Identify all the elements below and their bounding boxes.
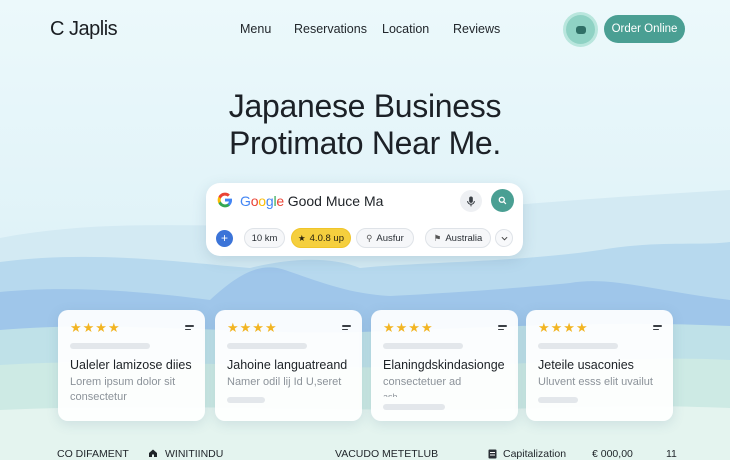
- hero-title-line-1: Japanese Business: [228, 88, 502, 124]
- more-filters-button[interactable]: [495, 229, 513, 247]
- region-chip-label: Australia: [445, 232, 483, 244]
- nav-link-location[interactable]: Location: [382, 22, 429, 36]
- card-title: Elaningdskindasionge: [383, 358, 505, 372]
- add-filter-button[interactable]: +: [216, 230, 233, 247]
- rating-chip[interactable]: ★ 4.0.8 up: [291, 228, 351, 248]
- star-rating: ★★★★: [538, 320, 589, 335]
- filter-chips: + 10 km ★ 4.0.8 up ⚲ Ausfur ⚑ Australia: [206, 228, 523, 250]
- google-wordmark: Google: [240, 193, 284, 209]
- search-icon: [498, 196, 507, 205]
- distance-chip-label: 10 km: [251, 232, 278, 244]
- star-icon: ★: [298, 232, 306, 243]
- region-chip[interactable]: ⚑ Australia: [425, 228, 491, 248]
- nav-link-reservations[interactable]: Reservations: [294, 22, 367, 36]
- microphone-icon: [467, 195, 475, 206]
- region-icon: ⚑: [433, 232, 442, 243]
- placeholder-bar: [538, 343, 618, 349]
- card-title: Ualeler lamizose diies: [70, 358, 192, 372]
- home-icon: [149, 449, 157, 457]
- distance-chip[interactable]: 10 km: [244, 228, 285, 248]
- document-icon: [488, 449, 497, 459]
- tag-icon: ⚲: [366, 232, 373, 243]
- menu-lines-icon[interactable]: [498, 325, 507, 332]
- footer-item-2[interactable]: WINITIINDU: [165, 448, 223, 460]
- card-description-line-1: Uluvent esss elit uvailut: [538, 376, 653, 388]
- search-input[interactable]: Google Good Muce Ma: [240, 193, 383, 209]
- review-card[interactable]: ★★★★ Ualeler lamizose diies Lorem ipsum …: [58, 310, 205, 421]
- chat-icon: [575, 25, 586, 34]
- card-description-line-1: Lorem ipsum dolor sit: [70, 376, 176, 388]
- hero-title: Japanese Business Protimato Near Me.: [0, 88, 730, 162]
- top-navigation: C Japlis Menu Reservations Location Revi…: [0, 0, 730, 58]
- review-card[interactable]: ★★★★ Elaningdskindasionge consectetuer a…: [371, 310, 518, 421]
- placeholder-bar: [227, 397, 265, 403]
- card-title: Jeteile usaconies: [538, 358, 634, 372]
- card-title: Jahoine languatreand: [227, 358, 348, 372]
- brand-logo[interactable]: C Japlis: [50, 18, 118, 41]
- card-description: Uluvent esss elit uvailut: [538, 375, 666, 390]
- rating-chip-label: 4.0.8 up: [309, 232, 344, 244]
- placeholder-bar: [227, 343, 307, 349]
- review-card[interactable]: ★★★★ Jahoine languatreand Namer odil lij…: [215, 310, 362, 421]
- order-online-button[interactable]: Order Online: [604, 15, 685, 43]
- footer-item-4[interactable]: Capitalization: [503, 448, 566, 460]
- card-description-line-2: ash: [383, 392, 398, 397]
- review-card[interactable]: ★★★★ Jeteile usaconies Uluvent esss elit…: [526, 310, 673, 421]
- nav-link-menu[interactable]: Menu: [240, 22, 271, 36]
- plus-icon: +: [220, 231, 228, 245]
- card-description-line-1: consectetuer ad: [383, 376, 462, 388]
- filter-chip[interactable]: ⚲ Ausfur: [356, 228, 414, 248]
- star-rating: ★★★★: [227, 320, 278, 335]
- footer-count: 11: [666, 448, 677, 460]
- placeholder-bar: [383, 343, 463, 349]
- menu-lines-icon[interactable]: [653, 325, 662, 332]
- footer-item-3[interactable]: VACUDO METETLUB: [335, 448, 438, 460]
- card-description: consectetuer ad ash: [383, 375, 511, 397]
- search-button[interactable]: [491, 189, 514, 212]
- footer-price: € 000,00: [592, 448, 633, 460]
- hero-title-line-2: Protimato Near Me.: [228, 125, 502, 161]
- menu-lines-icon[interactable]: [342, 325, 351, 332]
- google-g-icon: [217, 192, 233, 208]
- placeholder-bar: [383, 404, 445, 410]
- voice-search-button[interactable]: [460, 190, 482, 212]
- placeholder-bar: [70, 343, 150, 349]
- chevron-down-icon: [501, 236, 507, 241]
- footer-item-1[interactable]: CO DIFAMENT: [57, 448, 129, 460]
- placeholder-bar: [538, 397, 578, 403]
- footer-bar: CO DIFAMENT WINITIINDU VACUDO METETLUB C…: [0, 446, 730, 460]
- card-description-line-2: consectetur: [70, 391, 127, 403]
- chat-button[interactable]: [566, 15, 595, 44]
- nav-link-reviews[interactable]: Reviews: [453, 22, 500, 36]
- card-description: Namer odil lij Id U,seret: [227, 375, 355, 390]
- star-rating: ★★★★: [383, 320, 434, 335]
- search-card: Google Good Muce Ma + 10 km ★ 4.0.8 up ⚲…: [206, 183, 523, 256]
- card-description: Lorem ipsum dolor sit consectetur: [70, 375, 198, 405]
- menu-lines-icon[interactable]: [185, 325, 194, 332]
- card-description-line-1: Namer odil lij Id U,seret: [227, 376, 342, 388]
- star-rating: ★★★★: [70, 320, 121, 335]
- search-query-text: Good Muce Ma: [287, 193, 384, 209]
- filter-chip-label: Ausfur: [376, 232, 404, 244]
